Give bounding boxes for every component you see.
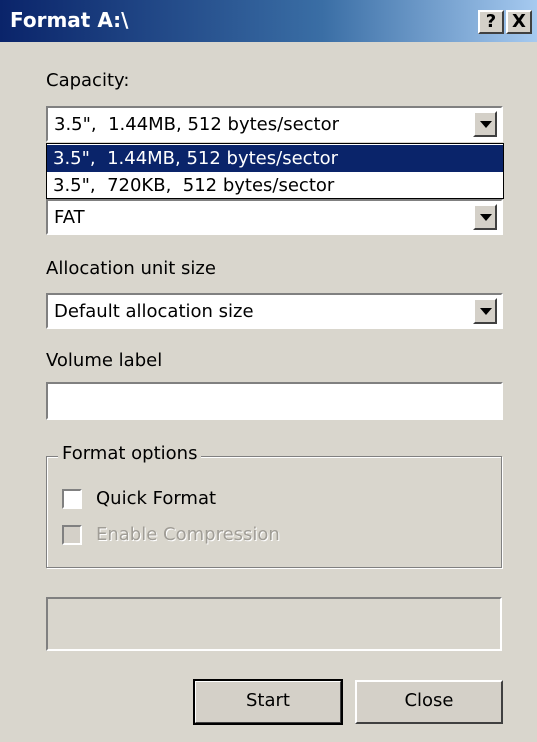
capacity-value: 3.5", 1.44MB, 512 bytes/sector [54, 114, 340, 135]
enable-compression-checkbox [62, 525, 82, 545]
quick-format-checkbox[interactable] [62, 489, 82, 509]
capacity-label: Capacity: [46, 70, 130, 91]
capacity-dropdown-list: 3.5", 1.44MB, 512 bytes/sector 3.5", 720… [46, 143, 504, 199]
allocation-dropdown-button[interactable] [473, 298, 497, 324]
capacity-option-2[interactable]: 3.5", 720KB, 512 bytes/sector [47, 172, 503, 199]
chevron-down-icon [480, 308, 492, 315]
capacity-select[interactable]: 3.5", 1.44MB, 512 bytes/sector [46, 106, 503, 142]
start-button[interactable]: Start [193, 679, 343, 725]
capacity-option-1[interactable]: 3.5", 1.44MB, 512 bytes/sector [47, 145, 503, 172]
allocation-label: Allocation unit size [46, 258, 216, 279]
format-dialog: Format A:\ ? X Capacity: 3.5", 1.44MB, 5… [0, 0, 537, 742]
file-system-select[interactable]: FAT [46, 199, 503, 235]
allocation-select[interactable]: Default allocation size [46, 293, 503, 329]
volume-label-input[interactable] [46, 382, 503, 420]
format-options-legend: Format options [58, 443, 202, 464]
quick-format-label[interactable]: Quick Format [96, 488, 216, 509]
help-button[interactable]: ? [478, 10, 504, 34]
close-button[interactable]: Close [355, 680, 503, 724]
file-system-dropdown-button[interactable] [473, 204, 497, 230]
close-window-button[interactable]: X [506, 10, 532, 34]
chevron-down-icon [480, 121, 492, 128]
file-system-value: FAT [54, 207, 85, 228]
capacity-dropdown-button[interactable] [473, 111, 497, 137]
format-options-group [46, 456, 502, 568]
allocation-value: Default allocation size [54, 301, 254, 322]
progress-bar [46, 597, 502, 651]
window-title: Format A:\ [10, 8, 129, 32]
chevron-down-icon [480, 214, 492, 221]
title-bar[interactable]: Format A:\ ? X [0, 0, 537, 42]
enable-compression-label: Enable Compression [96, 524, 280, 545]
volume-label-label: Volume label [46, 350, 163, 371]
